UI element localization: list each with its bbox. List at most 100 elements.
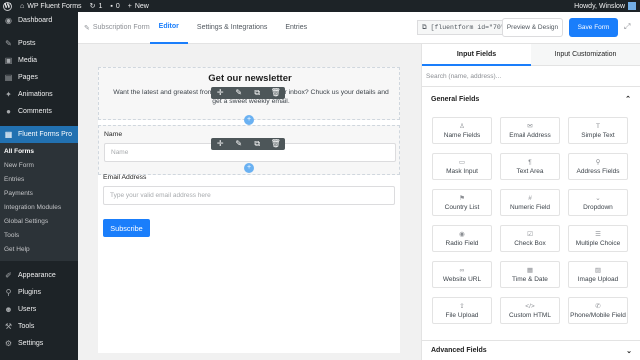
- submenu-item-all-forms[interactable]: All Forms: [0, 145, 78, 159]
- field-card-radio-field[interactable]: ◉ Radio Field: [432, 225, 492, 252]
- block-toolbar: ✛ ✎ ⧉ 🗑: [211, 87, 285, 99]
- field-card-custom-html[interactable]: </> Custom HTML: [500, 297, 560, 324]
- copy-icon: ⧉: [422, 23, 431, 31]
- move-icon[interactable]: ✛: [214, 87, 226, 99]
- plus-icon: +: [127, 2, 132, 10]
- list-icon: ☰: [595, 230, 601, 238]
- sidebar-item-plugins[interactable]: ⚲ Plugins: [0, 284, 78, 301]
- field-card-mask-input[interactable]: ▭ Mask Input: [432, 153, 492, 180]
- submenu-item-tools[interactable]: Tools: [0, 229, 78, 243]
- general-fields-grid: ♙ Name Fields ✉ Email Address T Simple Text ▭ M…: [432, 117, 632, 324]
- tab-entries[interactable]: Entries: [276, 12, 316, 44]
- field-card-time-date[interactable]: ▦ Time & Date: [500, 261, 560, 288]
- checkbox-icon: ☑: [527, 230, 533, 238]
- field-toolbar: ✛ ✎ ⧉ 🗑: [211, 138, 285, 150]
- field-card-text-area[interactable]: ¶ Text Area: [500, 153, 560, 180]
- fullscreen-icon[interactable]: ⤢: [624, 22, 633, 31]
- submenu-item-new-form[interactable]: New Form: [0, 159, 78, 173]
- brush-icon: ✐: [5, 271, 12, 280]
- new-content-link[interactable]: + New: [128, 3, 149, 10]
- delete-icon[interactable]: 🗑: [270, 138, 282, 150]
- flag-icon: ⚑: [459, 194, 465, 202]
- tab-editor[interactable]: Editor: [149, 12, 188, 44]
- refresh-icon: ↻: [89, 3, 96, 10]
- submenu-item-payments[interactable]: Payments: [0, 187, 78, 201]
- edit-icon[interactable]: ✎: [233, 138, 245, 150]
- submenu-item-integration-modules[interactable]: Integration Modules: [0, 201, 78, 215]
- home-icon: ⌂: [20, 2, 25, 10]
- sidebar-item-comments[interactable]: ● Comments: [0, 103, 78, 120]
- tab-settings-integrations[interactable]: Settings & Integrations: [188, 12, 276, 44]
- plug-icon: ⚲: [5, 288, 12, 297]
- settings-icon: ⚙: [4, 339, 13, 348]
- media-icon: ▣: [4, 56, 13, 65]
- field-card-country-list[interactable]: ⚑ Country List: [432, 189, 492, 216]
- site-name-link[interactable]: ⌂ WP Fluent Forms: [20, 3, 82, 10]
- fluent-forms-submenu: All Forms New Form Entries Payments Integrat…: [0, 143, 78, 261]
- edit-icon[interactable]: ✎: [233, 87, 245, 99]
- field-card-multiple-choice[interactable]: ☰ Multiple Choice: [568, 225, 628, 252]
- text-icon: T: [596, 122, 600, 130]
- field-card-email-address[interactable]: ✉ Email Address: [500, 117, 560, 144]
- avatar: [628, 2, 636, 10]
- email-label: Email Address: [103, 174, 147, 181]
- delete-icon[interactable]: 🗑: [270, 87, 282, 99]
- preview-design-button[interactable]: Preview & Design: [502, 18, 563, 37]
- sidebar-item-settings[interactable]: ⚙ Settings: [0, 335, 78, 352]
- add-field-dot[interactable]: +: [244, 115, 254, 125]
- field-card-dropdown[interactable]: ⌄ Dropdown: [568, 189, 628, 216]
- form-preview: Get our newsletter Want the latest and g…: [98, 67, 400, 353]
- field-card-numeric-field[interactable]: # Numeric Field: [500, 189, 560, 216]
- add-field-dot[interactable]: +: [244, 163, 254, 173]
- calendar-icon: ▦: [526, 266, 534, 274]
- field-card-simple-text[interactable]: T Simple Text: [568, 117, 628, 144]
- sidebar-item-posts[interactable]: ✎ Posts: [0, 35, 78, 52]
- sidebar-item-media[interactable]: ▣ Media: [0, 52, 78, 69]
- fields-panel: Input Fields Input Customization Search …: [421, 44, 640, 360]
- dropdown-icon: ⌄: [595, 194, 601, 202]
- hash-icon: #: [528, 194, 532, 202]
- updates-link[interactable]: ↻ 1: [89, 2, 103, 11]
- subscribe-button[interactable]: Subscribe: [103, 219, 150, 237]
- shortcode-copy[interactable]: ⧉ [fluentform id="70"]: [417, 20, 514, 35]
- save-form-button[interactable]: Save Form: [569, 18, 618, 37]
- mask-icon: ▭: [458, 158, 466, 166]
- field-card-name-fields[interactable]: ♙ Name Fields: [432, 117, 492, 144]
- sidebar-item-fluent-forms[interactable]: ▦ Fluent Forms Pro: [0, 126, 78, 143]
- code-icon: </>: [525, 302, 535, 310]
- account-menu[interactable]: Howdy, Winslow: [574, 2, 636, 10]
- tab-input-customization[interactable]: Input Customization: [531, 44, 640, 66]
- duplicate-icon[interactable]: ⧉: [251, 138, 263, 150]
- edit-pencil-icon: ✎: [84, 24, 90, 32]
- submenu-item-entries[interactable]: Entries: [0, 173, 78, 187]
- field-card-phone-mobile-field[interactable]: ✆ Phone/Mobile Field: [568, 297, 628, 324]
- sidebar-item-appearance[interactable]: ✐ Appearance: [0, 267, 78, 284]
- animation-icon: ✦: [5, 90, 12, 99]
- sidebar-item-pages[interactable]: ▤ Pages: [0, 69, 78, 86]
- tab-input-fields[interactable]: Input Fields: [422, 44, 531, 66]
- breadcrumb[interactable]: ✎ Subscription Form: [78, 24, 150, 32]
- radio-icon: ◉: [459, 230, 465, 238]
- wordpress-logo-icon[interactable]: W: [3, 1, 12, 11]
- field-card-check-box[interactable]: ☑ Check Box: [500, 225, 560, 252]
- submenu-item-global-settings[interactable]: Global Settings: [0, 215, 78, 229]
- sidebar-item-users[interactable]: ☻ Users: [0, 301, 78, 318]
- sidebar-item-dashboard[interactable]: ◉ Dashboard: [0, 12, 78, 29]
- email-input[interactable]: Type your valid email address here: [103, 186, 395, 205]
- submenu-item-get-help[interactable]: Get Help: [0, 243, 78, 257]
- move-icon[interactable]: ✛: [214, 138, 226, 150]
- field-card-address-fields[interactable]: ⚲ Address Fields: [568, 153, 628, 180]
- comments-link[interactable]: ▪ 0: [110, 3, 119, 10]
- field-card-file-upload[interactable]: ⇪ File Upload: [432, 297, 492, 324]
- general-fields-header[interactable]: General Fields ⌃: [422, 87, 640, 111]
- field-search-input[interactable]: Search (name, address)...: [422, 66, 640, 87]
- sidebar-item-animations[interactable]: ✦ Animations: [0, 86, 78, 103]
- advanced-fields-header[interactable]: Advanced Fields ⌄: [422, 340, 640, 360]
- admin-sidebar: ◉ Dashboard ✎ Posts ▣ Media ▤ Pages ✦ Animations…: [0, 12, 78, 360]
- form-canvas: Get our newsletter Want the latest and g…: [78, 44, 421, 360]
- field-card-website-url[interactable]: ∞ Website URL: [432, 261, 492, 288]
- duplicate-icon[interactable]: ⧉: [251, 87, 263, 99]
- envelope-icon: ✉: [527, 122, 533, 130]
- field-card-image-upload[interactable]: ▨ Image Upload: [568, 261, 628, 288]
- sidebar-item-tools[interactable]: ⚒ Tools: [0, 318, 78, 335]
